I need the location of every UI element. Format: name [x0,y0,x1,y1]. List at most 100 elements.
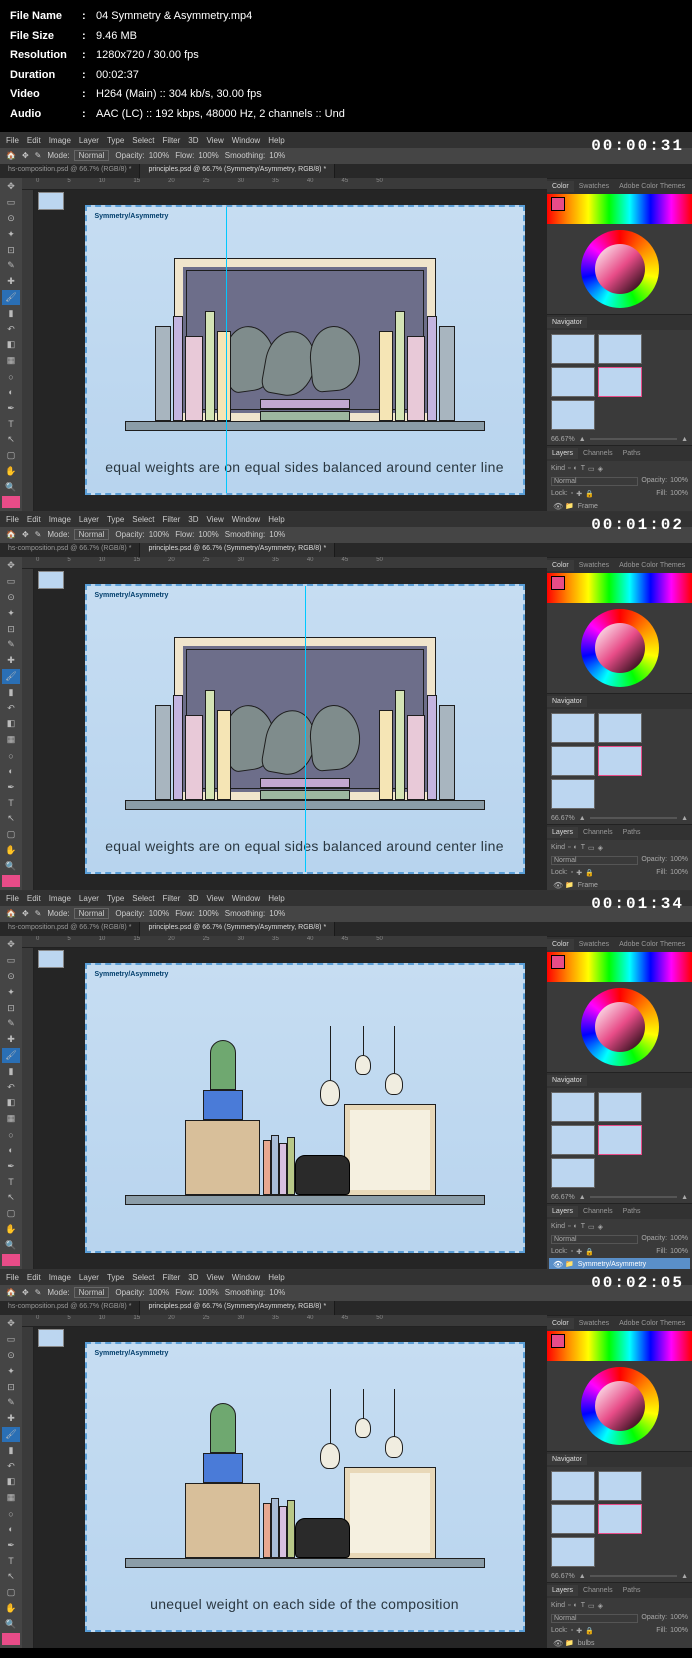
menu-3d[interactable]: 3D [188,136,198,145]
blend-mode[interactable]: Normal [551,1614,638,1623]
tab-paths[interactable]: Paths [618,1206,646,1217]
wand-tool-icon[interactable]: ✦ [2,606,20,621]
crop-tool-icon[interactable]: ⊡ [2,243,20,258]
tab-swatches[interactable]: Swatches [574,1318,614,1329]
navigator-panel[interactable] [547,1467,692,1571]
zoom-tool-icon[interactable]: 🔍 [2,859,20,874]
filter-adjust-icon[interactable]: ◐ [574,1223,578,1231]
tab-channels[interactable]: Channels [578,1585,618,1596]
nav-thumb-active[interactable] [598,746,642,776]
visibility-icon[interactable]: 👁 [553,881,561,890]
nav-thumb[interactable] [551,1537,595,1567]
dodge-tool-icon[interactable]: ◐ [2,1522,20,1537]
lasso-tool-icon[interactable]: ⊙ [2,969,20,984]
ruler-horizontal[interactable]: 05101520253035404550 [22,1315,547,1327]
menu-filter[interactable]: Filter [163,136,181,145]
eraser-tool-icon[interactable]: ◧ [2,1096,20,1111]
filter-image-icon[interactable]: ▫ [568,1602,570,1610]
nav-thumb-active[interactable] [598,367,642,397]
artboard[interactable]: Symmetry/Asymmetry [85,963,525,1253]
filter-smart-icon[interactable]: ◈ [598,1223,603,1231]
navigator-panel[interactable] [547,709,692,813]
tab-paths[interactable]: Paths [618,827,646,838]
tab-paths[interactable]: Paths [618,1585,646,1596]
layer-opacity-value[interactable]: 100% [670,856,688,865]
move-tool-icon[interactable]: ✥ [22,151,29,160]
menu-window[interactable]: Window [232,894,260,903]
tab-navigator[interactable]: Navigator [547,1454,587,1465]
nav-thumb[interactable] [551,1092,595,1122]
canvas-area[interactable]: 05101520253035404550 Symmetry/Asymmetry … [22,178,547,511]
filter-shape-icon[interactable]: ▭ [588,1223,595,1231]
menu-image[interactable]: Image [49,136,71,145]
menu-file[interactable]: File [6,1273,19,1282]
wand-tool-icon[interactable]: ✦ [2,985,20,1000]
marquee-tool-icon[interactable]: ▭ [2,195,20,210]
color-spectrum[interactable] [547,1331,692,1361]
menu-layer[interactable]: Layer [79,1273,99,1282]
menu-image[interactable]: Image [49,1273,71,1282]
type-tool-icon[interactable]: T [2,1554,20,1569]
menu-help[interactable]: Help [268,894,284,903]
ruler-vertical[interactable] [22,569,34,890]
nav-thumb-active[interactable] [598,1125,642,1155]
lock-position-icon[interactable]: ✚ [576,1627,582,1635]
layer-list[interactable]: 👁 📁 Frame👁 Layer 10👁 Layer 12👁 T equal w… [549,500,690,511]
menu-image[interactable]: Image [49,894,71,903]
history-tool-icon[interactable]: ↶ [2,1080,20,1095]
layers-panel[interactable]: Kind ▫ ◐ T ▭ ◈ Normal Opacity: 100% [547,461,692,511]
document-tabs[interactable]: hs-composition.psd @ 66.7% (RGB/8) * pri… [0,164,692,178]
dodge-tool-icon[interactable]: ◐ [2,385,20,400]
doc-tab-1[interactable]: hs-composition.psd @ 66.7% (RGB/8) * [0,164,140,178]
brush-tool-icon[interactable]: 🖌 [2,669,20,684]
lock-all-icon[interactable]: 🔒 [585,490,594,498]
menu-filter[interactable]: Filter [163,894,181,903]
lock-position-icon[interactable]: ✚ [576,490,582,498]
menu-3d[interactable]: 3D [188,515,198,524]
artboard-thumbnails[interactable] [38,192,64,210]
color-swatch[interactable] [2,1254,20,1267]
eraser-tool-icon[interactable]: ◧ [2,1475,20,1490]
menu-edit[interactable]: Edit [27,1273,41,1282]
menu-file[interactable]: File [6,136,19,145]
nav-thumb[interactable] [551,713,595,743]
doc-tab-2[interactable]: principles.psd @ 66.7% (Symmetry/Asymmet… [140,543,335,557]
doc-tab-2[interactable]: principles.psd @ 66.7% (Symmetry/Asymmet… [140,1301,335,1315]
tab-adobe-color[interactable]: Adobe Color Themes [614,181,690,192]
menubar[interactable]: FileEditImageLayerTypeSelectFilter3DView… [0,891,692,906]
zoom-tool-icon[interactable]: 🔍 [2,480,20,495]
fill-value[interactable]: 100% [670,490,688,498]
canvas-area[interactable]: 05101520253035404550 Symmetry/Asymmetry … [22,1315,547,1648]
artboard[interactable]: Symmetry/Asymmetry equal weights are on … [85,205,525,495]
artboard[interactable]: Symmetry/Asymmetry equal weights are on … [85,584,525,874]
tools-panel[interactable]: ✥ ▭ ⊙ ✦ ⊡ ✎ ✚ 🖌 ▮ ↶ ◧ ▦ ○ ◐ ✒ T ↖ ▢ ✋ 🔍 [0,557,22,890]
ruler-horizontal[interactable]: 05101520253035404550 [22,557,547,569]
nav-thumb[interactable] [598,713,642,743]
type-tool-icon[interactable]: T [2,796,20,811]
path-tool-icon[interactable]: ↖ [2,811,20,826]
menu-window[interactable]: Window [232,1273,260,1282]
color-wheel[interactable] [581,609,659,687]
eraser-tool-icon[interactable]: ◧ [2,338,20,353]
filter-type-icon[interactable]: T [581,465,585,473]
color-spectrum[interactable] [547,194,692,224]
right-panel-dock[interactable]: Color Swatches Adobe Color Themes Naviga… [547,936,692,1269]
layer-name[interactable]: Symmetry/Asymmetry [578,1261,646,1268]
tab-channels[interactable]: Channels [578,448,618,459]
lock-pixels-icon[interactable]: ▫ [571,1627,573,1635]
fill-value[interactable]: 100% [670,869,688,877]
menu-view[interactable]: View [207,1273,224,1282]
zoom-out-icon[interactable]: ▲ [579,1573,586,1580]
layer-list[interactable]: 👁 📁 bulbs👁 📁 phone👁 plane shelf👁 📁 Frame… [549,1637,690,1648]
nav-thumb[interactable] [551,1158,595,1188]
flow-value[interactable]: 100% [198,1288,218,1297]
opacity-value[interactable]: 100% [149,909,169,918]
history-tool-icon[interactable]: ↶ [2,1459,20,1474]
smoothing-value[interactable]: 10% [269,909,285,918]
visibility-icon[interactable]: 👁 [553,1260,561,1269]
blur-tool-icon[interactable]: ○ [2,1127,20,1142]
move-tool-icon[interactable]: ✥ [22,1288,29,1297]
pen-tool-icon[interactable]: ✒ [2,1538,20,1553]
hand-tool-icon[interactable]: ✋ [2,1601,20,1616]
document-tabs[interactable]: hs-composition.psd @ 66.7% (RGB/8) * pri… [0,1301,692,1315]
